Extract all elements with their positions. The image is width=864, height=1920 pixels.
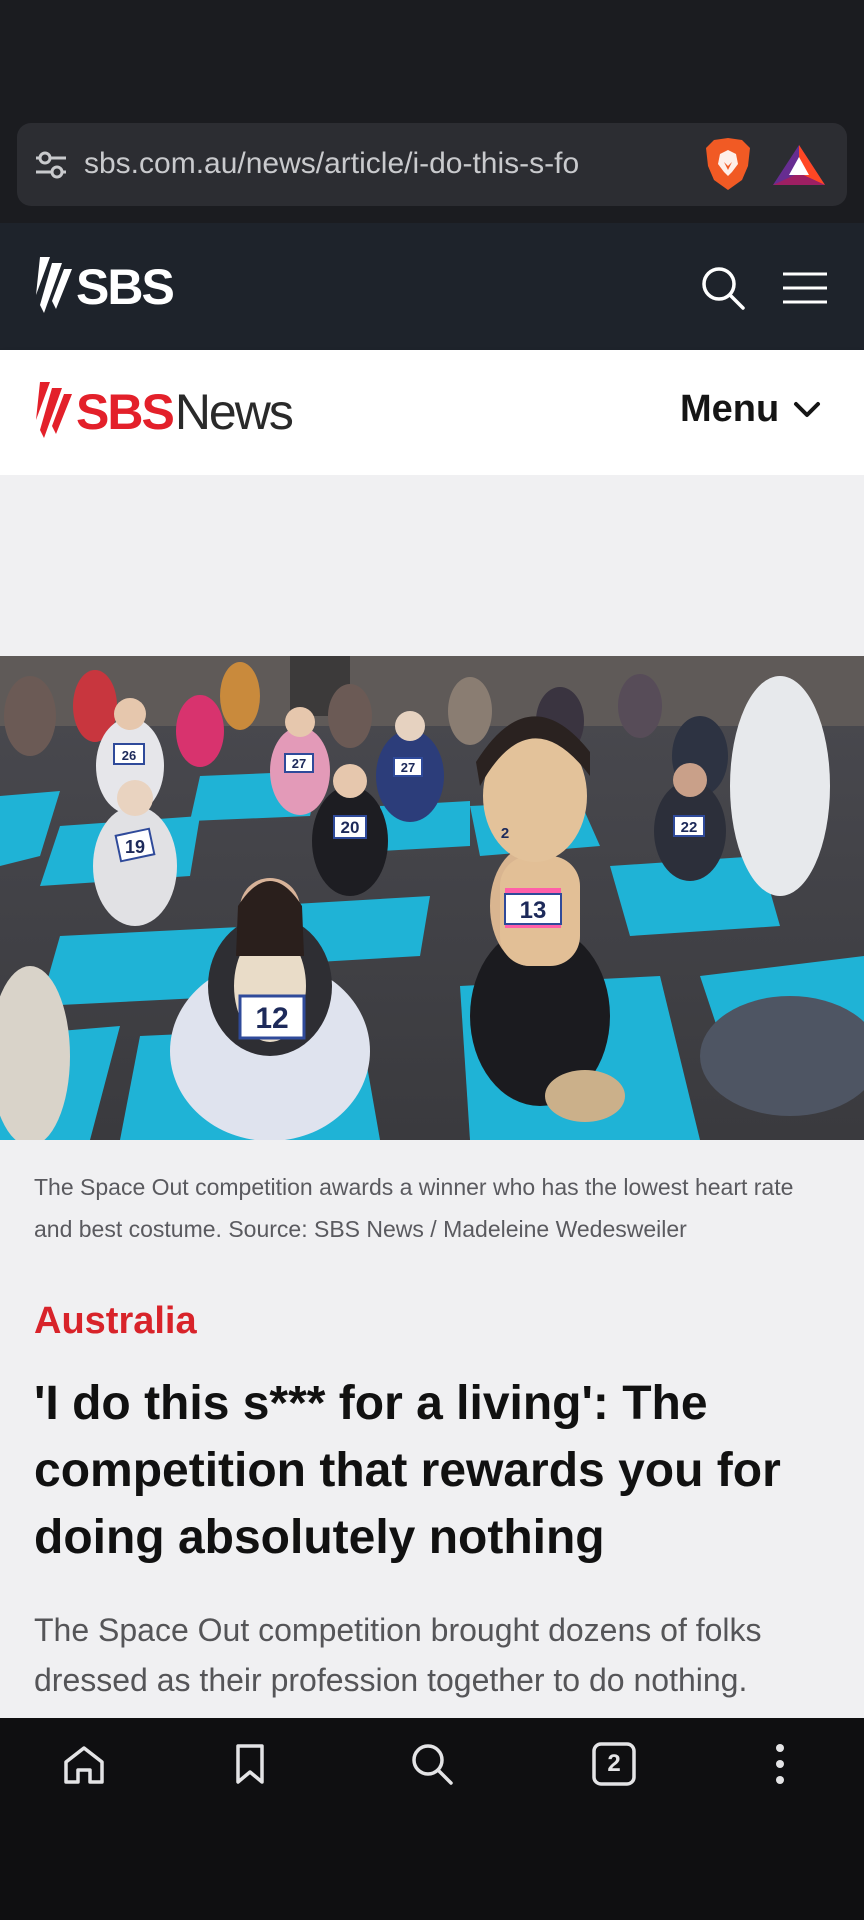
sbs-mercator-icon — [36, 257, 72, 313]
bat-triangle-icon[interactable] — [771, 143, 827, 187]
sbs-news-brand-dark: News — [174, 384, 294, 440]
tab-count: 2 — [607, 1750, 621, 1777]
sbs-news-brand-red: SBS — [76, 384, 175, 440]
article-headline: 'I do this s*** for a living': The compe… — [34, 1377, 781, 1564]
bib-20: 20 — [341, 818, 360, 837]
article-standfirst: The Space Out competition brought dozens… — [34, 1612, 762, 1698]
brave-lion-icon[interactable] — [702, 136, 754, 192]
chevron-down-icon — [794, 401, 821, 417]
status-bar — [0, 0, 864, 108]
bib-27: 27 — [292, 756, 306, 771]
more-vertical-icon[interactable] — [756, 1740, 804, 1788]
hero-image: 26 27 27 19 20 12 13 22 2 — [0, 656, 864, 1140]
bib-27b: 27 — [401, 760, 415, 775]
browser-bottom-nav: 2 — [0, 1718, 864, 1920]
sbs-logo[interactable]: SBS — [34, 255, 175, 319]
sbs-news-mercator-icon — [36, 382, 72, 438]
home-icon[interactable] — [60, 1740, 108, 1788]
bookmark-icon[interactable] — [226, 1740, 274, 1788]
search-icon-bottom[interactable] — [408, 1740, 456, 1788]
bib-22: 22 — [681, 819, 698, 836]
sbs-news-bar: SBS News Menu — [0, 350, 864, 475]
address-bar[interactable]: sbs.com.au/news/article/i-do-this-s-fo — [17, 123, 847, 206]
search-icon[interactable] — [700, 265, 746, 311]
menu-button[interactable]: Menu — [680, 388, 821, 431]
hero-photo: 26 27 27 19 20 12 13 22 2 — [0, 656, 864, 1140]
bib-26: 26 — [122, 748, 136, 763]
category-link[interactable]: Australia — [34, 1300, 197, 1343]
sbs-brand-text: SBS — [76, 259, 175, 315]
tune-icon[interactable] — [33, 147, 69, 183]
sbs-news-logo[interactable]: SBS News — [34, 380, 294, 444]
bib-2: 2 — [501, 825, 509, 842]
bib-12: 12 — [255, 1002, 288, 1035]
tabs-icon[interactable]: 2 — [590, 1740, 638, 1788]
menu-label: Menu — [680, 388, 780, 430]
url-text[interactable]: sbs.com.au/news/article/i-do-this-s-fo — [84, 143, 678, 185]
sbs-top-bar: SBS — [0, 223, 864, 350]
ad-space — [0, 475, 864, 656]
browser-toolbar: sbs.com.au/news/article/i-do-this-s-fo — [0, 108, 864, 223]
bib-19: 19 — [125, 837, 145, 857]
bib-13: 13 — [520, 897, 547, 924]
hamburger-menu-icon[interactable] — [782, 271, 828, 305]
image-caption: The Space Out competition awards a winne… — [34, 1174, 794, 1242]
